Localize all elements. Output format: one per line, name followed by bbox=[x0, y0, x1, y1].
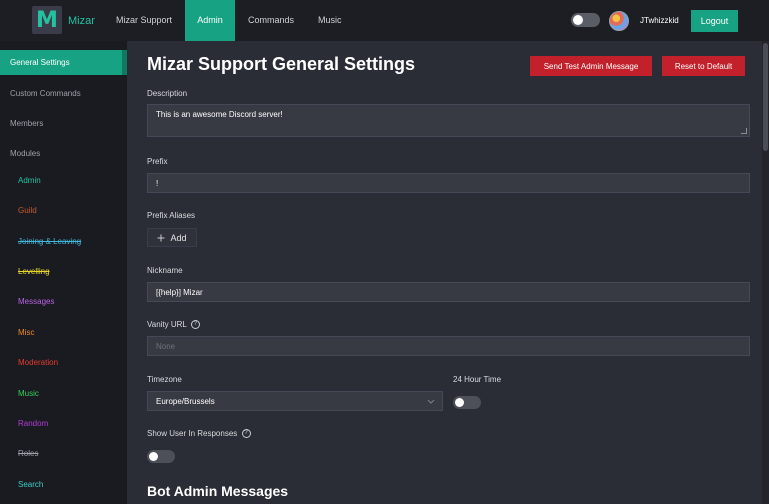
vanity-url-label: Vanity URL ? bbox=[147, 320, 200, 330]
timezone-select[interactable]: Europe/Brussels bbox=[147, 391, 443, 411]
show-user-label: Show User In Responses ? bbox=[147, 429, 251, 439]
module-roles[interactable]: Roles bbox=[18, 449, 38, 458]
page-title: Mizar Support General Settings bbox=[147, 54, 416, 74]
timezone-label: Timezone bbox=[147, 375, 182, 384]
sidebar-item-members[interactable]: Members bbox=[0, 119, 127, 128]
help-icon[interactable]: ? bbox=[190, 320, 200, 330]
user-avatar[interactable] bbox=[609, 11, 629, 31]
sidebar-item-modules[interactable]: Modules bbox=[0, 149, 127, 158]
logo-letter: M bbox=[36, 7, 58, 33]
description-textarea[interactable]: This is an awesome Discord server! bbox=[147, 104, 750, 137]
nickname-input[interactable]: [{help}] Mizar bbox=[147, 282, 750, 302]
logo[interactable]: M bbox=[32, 6, 62, 34]
prefix-input[interactable]: ! bbox=[147, 173, 750, 193]
description-label: Description bbox=[147, 89, 188, 98]
resize-handle[interactable] bbox=[741, 128, 747, 134]
reset-to-default-button[interactable]: Reset to Default bbox=[662, 56, 745, 76]
help-icon[interactable]: ? bbox=[241, 429, 251, 439]
module-levelling[interactable]: Levelling bbox=[18, 267, 50, 276]
description-value: This is an awesome Discord server! bbox=[156, 110, 283, 119]
prefix-label: Prefix bbox=[147, 157, 168, 166]
username[interactable]: JTwhizzkid bbox=[640, 16, 679, 25]
brand-name[interactable]: Mizar bbox=[68, 15, 95, 27]
logout-button[interactable]: Logout bbox=[691, 10, 738, 32]
vanity-url-placeholder: None bbox=[156, 342, 176, 351]
bot-admin-messages-title: Bot Admin Messages bbox=[147, 483, 289, 499]
add-alias-button[interactable]: Add bbox=[147, 228, 197, 247]
sidebar-item-custom-commands[interactable]: Custom Commands bbox=[0, 89, 127, 98]
sidebar: General Settings Custom Commands Members… bbox=[0, 41, 127, 504]
scrollbar-thumb[interactable] bbox=[763, 43, 768, 151]
nav-admin[interactable]: Admin bbox=[185, 0, 235, 41]
nickname-value: [{help}] Mizar bbox=[156, 288, 203, 297]
prefix-aliases-label: Prefix Aliases bbox=[147, 211, 196, 220]
nav-music[interactable]: Music bbox=[318, 0, 342, 41]
add-label: Add bbox=[170, 232, 187, 243]
module-search[interactable]: Search bbox=[18, 480, 43, 489]
module-moderation[interactable]: Moderation bbox=[18, 358, 58, 367]
show-user-text: Show User In Responses bbox=[147, 429, 238, 438]
module-admin[interactable]: Admin bbox=[18, 176, 41, 185]
top-nav: M Mizar Mizar Support Admin Commands Mus… bbox=[0, 0, 769, 41]
toggle-knob bbox=[149, 452, 158, 461]
module-music[interactable]: Music bbox=[18, 389, 39, 398]
module-misc[interactable]: Misc bbox=[18, 328, 34, 337]
nav-mizar-support[interactable]: Mizar Support bbox=[116, 0, 172, 41]
sidebar-item-general-settings[interactable]: General Settings bbox=[0, 50, 127, 75]
module-guild[interactable]: Guild bbox=[18, 206, 37, 215]
scrollbar[interactable] bbox=[762, 41, 769, 504]
toggle-knob bbox=[455, 398, 464, 407]
theme-toggle[interactable] bbox=[571, 13, 600, 27]
nickname-label: Nickname bbox=[147, 266, 183, 275]
module-random[interactable]: Random bbox=[18, 419, 48, 428]
timezone-value: Europe/Brussels bbox=[156, 397, 215, 406]
vanity-url-input[interactable]: None bbox=[147, 336, 750, 356]
send-test-admin-message-button[interactable]: Send Test Admin Message bbox=[530, 56, 652, 76]
plus-icon bbox=[157, 234, 165, 241]
module-joining-leaving[interactable]: Joining & Leaving bbox=[18, 237, 81, 246]
hour24-label: 24 Hour Time bbox=[453, 375, 502, 384]
chevron-down-icon bbox=[427, 399, 435, 404]
prefix-value: ! bbox=[156, 179, 159, 188]
toggle-knob bbox=[573, 15, 583, 25]
nav-commands[interactable]: Commands bbox=[248, 0, 294, 41]
show-user-toggle[interactable] bbox=[147, 450, 175, 463]
hour24-toggle[interactable] bbox=[453, 396, 481, 409]
module-messages[interactable]: Messages bbox=[18, 297, 54, 306]
vanity-url-text: Vanity URL bbox=[147, 320, 187, 329]
